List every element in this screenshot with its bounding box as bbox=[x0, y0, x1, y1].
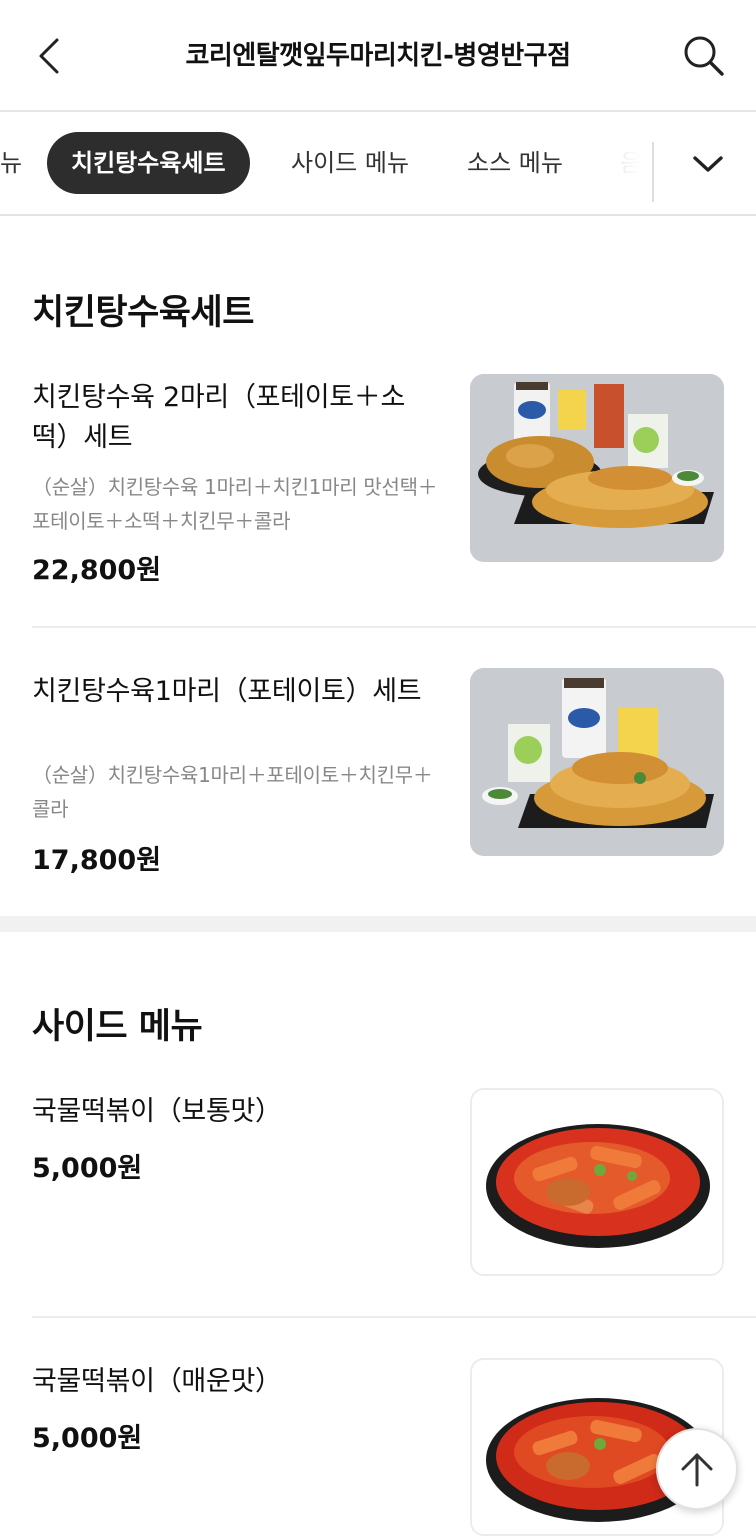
menu-item-description: （순살）치킨탕수육1마리＋포테이토＋치킨무＋콜라 bbox=[32, 763, 433, 821]
menu-item-name: 국물떡볶이（매운맛） bbox=[32, 1366, 282, 1397]
section-separator bbox=[0, 916, 756, 932]
chicken-set-photo bbox=[470, 374, 724, 562]
menu-item-price: 22,800원 bbox=[32, 555, 162, 586]
scroll-to-top-button[interactable] bbox=[656, 1428, 738, 1510]
search-button[interactable] bbox=[678, 30, 730, 82]
arrow-up-icon bbox=[681, 1453, 713, 1487]
tab-sauce-menu[interactable]: 소스 메뉴 bbox=[467, 132, 563, 194]
chevron-left-icon bbox=[39, 38, 59, 74]
tab-chicken-tangsuyuk-set[interactable]: 치킨탕수육세트 bbox=[47, 132, 250, 194]
menu-item[interactable]: 국물떡볶이（매운맛） 5,000원 bbox=[0, 1358, 756, 1536]
menu-item-description: （순살）치킨탕수육 1마리＋치킨1마리 맛선택＋포테이토＋소떡＋치킨무＋콜라 bbox=[32, 475, 438, 533]
back-button[interactable] bbox=[24, 30, 72, 82]
expand-categories-button[interactable] bbox=[660, 112, 756, 214]
store-title: 코리엔탈깻잎두마리치킨-병영반구점 bbox=[185, 41, 571, 71]
tab-side-menu[interactable]: 사이드 메뉴 bbox=[291, 132, 409, 194]
chicken-set-photo bbox=[470, 668, 724, 856]
section-title-side-menu: 사이드 메뉴 bbox=[32, 1007, 203, 1047]
menu-item-image[interactable] bbox=[470, 668, 724, 856]
menu-item-name: 치킨탕수육 2마리（포테이토＋소떡）세트 bbox=[32, 382, 406, 453]
tabs-divider bbox=[652, 142, 654, 202]
tteokbokki-photo bbox=[472, 1090, 722, 1274]
item-divider bbox=[32, 626, 756, 628]
menu-item[interactable]: 국물떡볶이（보통맛） 5,000원 bbox=[0, 1088, 756, 1280]
menu-item[interactable]: 치킨탕수육 2마리（포테이토＋소떡）세트 （순살）치킨탕수육 1마리＋치킨1마리… bbox=[0, 374, 756, 626]
menu-item-name: 국물떡볶이（보통맛） bbox=[32, 1096, 282, 1127]
menu-item[interactable]: 치킨탕수육1마리（포테이토）세트 （순살）치킨탕수육1마리＋포테이토＋치킨무＋콜… bbox=[0, 668, 756, 908]
tab-menu-partial[interactable]: 뉴 bbox=[0, 132, 22, 194]
menu-item-image[interactable] bbox=[470, 374, 724, 562]
menu-item-price: 5,000원 bbox=[32, 1153, 143, 1184]
app-header: 코리엔탈깻잎두마리치킨-병영반구점 bbox=[0, 0, 756, 112]
menu-item-price: 5,000원 bbox=[32, 1423, 143, 1454]
item-divider bbox=[32, 1316, 756, 1318]
search-icon bbox=[684, 36, 724, 76]
chevron-down-icon bbox=[693, 156, 723, 172]
menu-item-image[interactable] bbox=[470, 1088, 724, 1276]
section-title-chicken-set: 치킨탕수육세트 bbox=[32, 293, 254, 333]
category-tabs: 뉴 치킨탕수육세트 사이드 메뉴 소스 메뉴 음 bbox=[0, 112, 756, 216]
tabs-fade-overlay bbox=[590, 112, 652, 214]
menu-item-name: 치킨탕수육1마리（포테이토）세트 bbox=[32, 676, 422, 707]
menu-item-price: 17,800원 bbox=[32, 845, 162, 876]
